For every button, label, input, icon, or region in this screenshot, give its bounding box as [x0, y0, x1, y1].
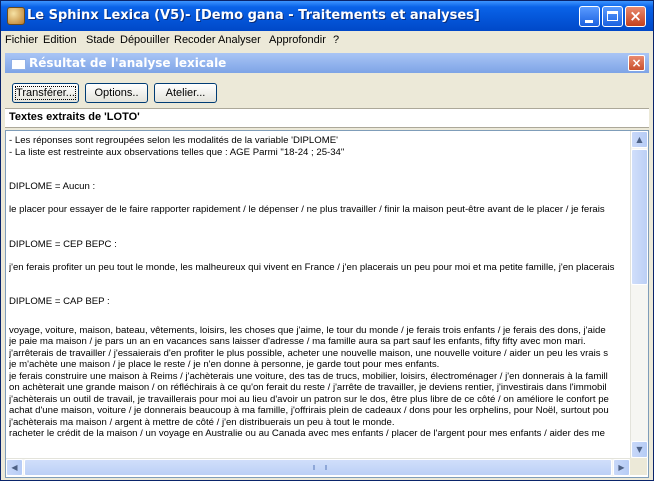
- child-title-bar[interactable]: Résultat de l'analyse lexicale ×: [5, 53, 649, 73]
- response-line: achat d'une maison, voiture / je donnera…: [9, 405, 609, 416]
- menu-approfondir[interactable]: Approfondir: [269, 34, 326, 46]
- menu-recoder[interactable]: Recoder: [174, 34, 216, 46]
- intro-line: - La liste est restreinte aux observatio…: [9, 146, 345, 158]
- result-window: Résultat de l'analyse lexicale × Transfé…: [5, 51, 649, 478]
- maximize-button[interactable]: [602, 6, 623, 27]
- menu-depouiller[interactable]: Dépouiller: [120, 34, 170, 46]
- window-icon: [11, 59, 26, 70]
- close-icon: ×: [629, 7, 642, 25]
- minimize-button[interactable]: [579, 6, 600, 27]
- response-line: j'en ferais profiter un peu tout le mond…: [9, 261, 615, 273]
- extract-title: Textes extraits de 'LOTO': [9, 111, 140, 123]
- intro-line: - Les réponses sont regroupées selon les…: [9, 135, 338, 146]
- grip-icon: [313, 465, 327, 470]
- extract-header: Textes extraits de 'LOTO': [5, 108, 649, 128]
- options-button[interactable]: Options..: [85, 83, 148, 103]
- menu-analyser[interactable]: Analyser: [218, 34, 261, 46]
- response-line: j'achèterais un outil de travail, je tra…: [9, 393, 609, 405]
- results-text[interactable]: - Les réponses sont regroupées selon les…: [9, 135, 629, 455]
- maximize-icon: [607, 11, 618, 21]
- horizontal-scroll-thumb[interactable]: [24, 459, 612, 476]
- menu-fichier[interactable]: Fichier: [5, 34, 38, 46]
- vertical-scroll-thumb[interactable]: [631, 149, 648, 285]
- response-line: on achèterait une grande maison / on réf…: [9, 382, 607, 393]
- atelier-button[interactable]: Atelier...: [154, 83, 217, 103]
- child-close-button[interactable]: ×: [628, 55, 645, 71]
- response-line: voyage, voiture, maison, bateau, vêtemen…: [9, 324, 606, 336]
- response-line: le placer pour essayer de le faire rappo…: [9, 204, 605, 215]
- menu-bar: Fichier Edition Stade Dépouiller Recoder…: [1, 31, 653, 49]
- menu-stade[interactable]: Stade: [86, 34, 115, 46]
- response-line: racheter le crédit de la maison / un voy…: [9, 428, 605, 439]
- application-window: Le Sphinx Lexica (V5)- [Demo gana - Trai…: [0, 0, 654, 481]
- scroll-up-icon[interactable]: ▲: [631, 131, 648, 148]
- group-heading: DIPLOME = CEP BEPC :: [9, 238, 117, 250]
- title-bar[interactable]: Le Sphinx Lexica (V5)- [Demo gana - Trai…: [1, 1, 653, 31]
- menu-help[interactable]: ?: [333, 34, 339, 46]
- group-heading: DIPLOME = Aucun :: [9, 181, 96, 192]
- response-line: j'arrêterais de travailler / j'essaierai…: [9, 347, 609, 359]
- scroll-right-icon[interactable]: ▶: [613, 459, 630, 476]
- response-line: j'achèterais ma maison / argent à mettre…: [9, 416, 395, 428]
- response-line: je ferais construire une maison à Reims …: [9, 370, 608, 382]
- group-heading: DIPLOME = CAP BEP :: [9, 296, 110, 307]
- results-panel[interactable]: - Les réponses sont regroupées selon les…: [5, 130, 649, 478]
- transfer-button[interactable]: Transférer...: [12, 83, 79, 103]
- child-window-title: Résultat de l'analyse lexicale: [29, 56, 227, 70]
- horizontal-scrollbar[interactable]: ◀ ▶: [6, 458, 630, 476]
- window-title: Le Sphinx Lexica (V5)- [Demo gana - Trai…: [27, 8, 480, 23]
- scroll-down-icon[interactable]: ▼: [631, 441, 648, 458]
- scroll-corner: [630, 458, 647, 475]
- app-icon[interactable]: [7, 7, 25, 25]
- close-button[interactable]: ×: [625, 6, 646, 27]
- response-line: je paie ma maison / je pars un an en vac…: [9, 336, 586, 347]
- minimize-icon: [585, 20, 593, 23]
- scroll-left-icon[interactable]: ◀: [6, 459, 23, 476]
- menu-edition[interactable]: Edition: [43, 34, 77, 46]
- response-line: je m'achète une maison / je place le res…: [9, 359, 440, 370]
- vertical-scrollbar[interactable]: ▲ ▼: [630, 131, 648, 458]
